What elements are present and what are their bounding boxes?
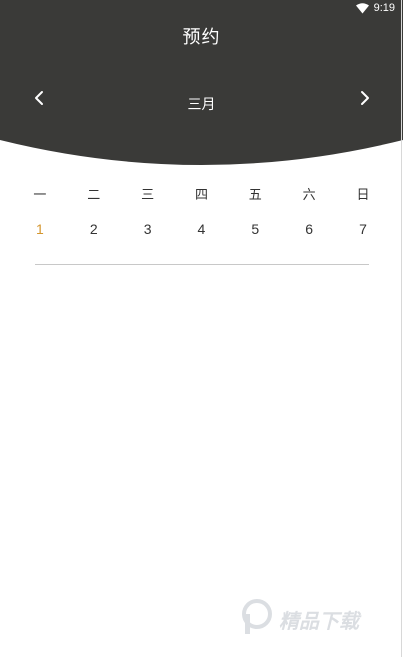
divider (35, 264, 369, 265)
chevron-right-icon (359, 90, 371, 110)
weekday-label: 五 (248, 188, 262, 203)
date-row: 1 2 3 4 5 6 7 (13, 221, 390, 237)
watermark-logo-icon (239, 597, 275, 641)
watermark-text: 精品下载 (279, 608, 359, 633)
weekday-label: 二 (87, 188, 101, 203)
weekday-label: 日 (356, 188, 370, 203)
weekday-label: 四 (194, 188, 208, 203)
next-month-button[interactable] (353, 88, 377, 112)
weekday-header-row: 一 二 三 四 五 六 日 (13, 184, 390, 203)
date-cell[interactable]: 7 (336, 221, 390, 237)
date-cell[interactable]: 5 (228, 221, 282, 237)
weekday-label: 六 (302, 188, 316, 203)
date-cell[interactable]: 3 (121, 221, 175, 237)
header: 9:19 预约 三月 (0, 0, 403, 200)
status-time: 9:19 (373, 2, 395, 14)
date-cell[interactable]: 2 (67, 221, 121, 237)
watermark: 精品下载 (239, 597, 359, 641)
edge-line (401, 0, 402, 657)
date-cell[interactable]: 4 (175, 221, 229, 237)
month-label: 三月 (187, 97, 216, 113)
page-title: 预约 (182, 27, 221, 48)
wifi-icon (355, 2, 369, 14)
date-cell[interactable]: 6 (282, 221, 336, 237)
weekday-label: 一 (33, 188, 47, 203)
weekday-label: 三 (141, 188, 155, 203)
status-bar: 9:19 (355, 0, 395, 16)
date-cell-selected[interactable]: 1 (13, 221, 67, 237)
